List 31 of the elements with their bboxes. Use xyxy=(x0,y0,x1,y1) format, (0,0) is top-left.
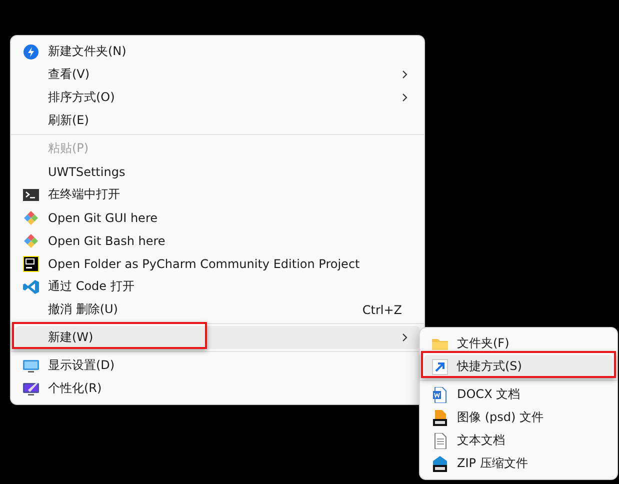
monitor-icon xyxy=(23,358,39,374)
monitor-brush-icon xyxy=(23,380,39,396)
menu-item[interactable]: DOCX 文档 xyxy=(424,383,613,406)
menu-item[interactable]: 撤消 删除(U) Ctrl+Z xyxy=(15,298,420,321)
menu-item[interactable]: 新建文件夹(N) xyxy=(15,40,420,63)
menu-item[interactable]: 个性化(R) xyxy=(15,377,420,400)
bolt-icon xyxy=(23,44,39,60)
menu-item[interactable]: 排序方式(O) xyxy=(15,86,420,109)
menu-item[interactable]: 图像 (psd) 文件 xyxy=(424,406,613,429)
app-square-icon xyxy=(23,256,39,272)
menu-item[interactable]: ZIP 压缩文件 xyxy=(424,452,613,475)
menu-item[interactable]: 查看(V) xyxy=(15,63,420,86)
menu-item[interactable]: 在终端中打开 xyxy=(15,183,420,206)
menu-item[interactable]: 显示设置(D) xyxy=(15,354,420,377)
text-file-icon xyxy=(432,432,448,448)
menu-item[interactable]: 通过 Code 打开 xyxy=(15,275,420,298)
menu-item[interactable]: UWTSettings xyxy=(15,160,420,183)
archive-icon xyxy=(432,456,448,472)
menu-item[interactable]: Open Git Bash here xyxy=(15,229,420,252)
menu-item[interactable]: Open Folder as PyCharm Community Edition Project xyxy=(15,252,420,275)
diamond-icon xyxy=(23,232,39,248)
menu-item[interactable]: 刷新(E) xyxy=(15,109,420,132)
diamond-icon xyxy=(23,210,39,226)
menu-item[interactable]: 文件夹(F) xyxy=(424,332,613,355)
shortcut-label: Ctrl+Z xyxy=(362,302,402,316)
image-file-icon xyxy=(432,410,448,426)
menu-item[interactable]: Open Git GUI here xyxy=(15,206,420,229)
terminal-icon xyxy=(23,186,39,202)
code-editor-icon xyxy=(23,278,39,294)
document-icon xyxy=(432,386,448,402)
menu-item[interactable]: 文本文档 xyxy=(424,429,613,452)
